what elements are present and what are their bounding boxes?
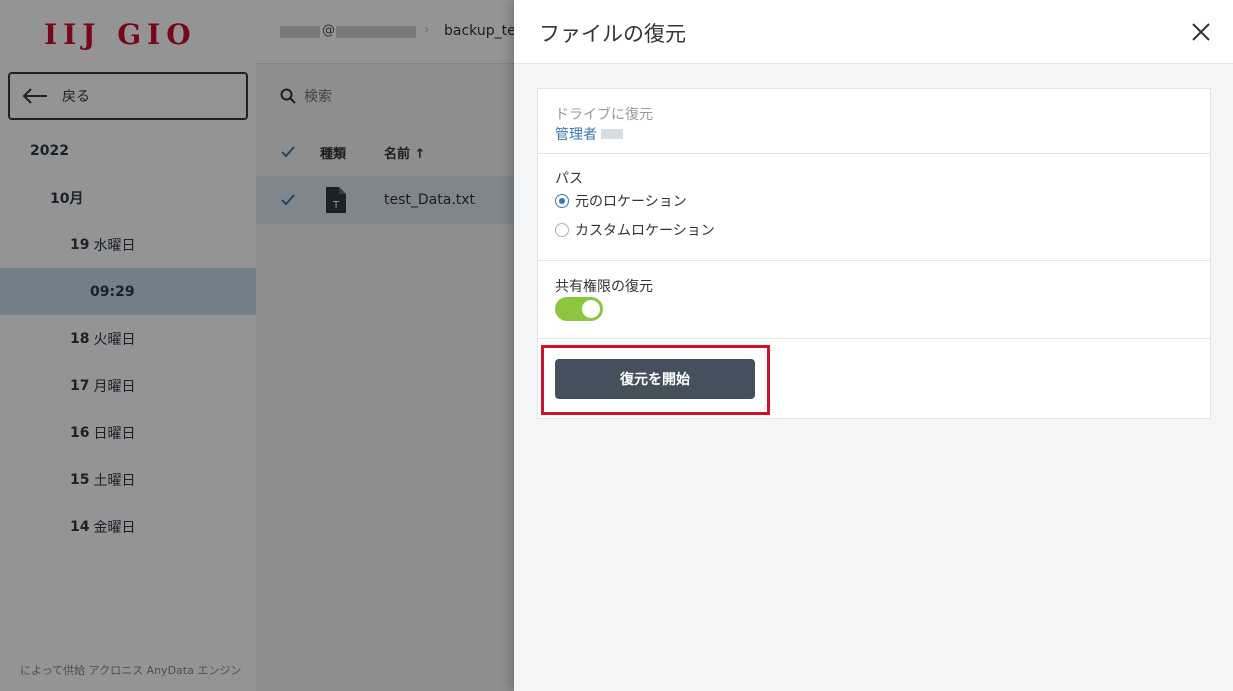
radio-checked-icon [555,194,569,208]
path-label: パス [555,171,583,187]
drive-target-link[interactable]: 管理者 [555,124,623,144]
panel-title: ファイルの復元 [539,22,686,46]
redacted-name [601,129,623,139]
toggle-knob [582,300,600,318]
restore-options-card: ドライブに復元 管理者 パス 元のロケーション カスタムロケーション 共有権限の… [537,88,1211,419]
modal-backdrop[interactable] [0,0,514,691]
path-section: パス 元のロケーション カスタムロケーション [538,154,1210,261]
drive-target-value: 管理者 [555,127,597,143]
close-icon[interactable] [1189,20,1213,44]
radio-original-location[interactable]: 元のロケーション [555,191,687,211]
start-restore-button[interactable]: 復元を開始 [555,359,755,399]
sharing-toggle[interactable] [555,297,603,321]
radio-unchecked-icon [555,223,569,237]
radio-custom-location[interactable]: カスタムロケーション [555,220,715,240]
radio-original-label: 元のロケーション [575,194,687,210]
panel-header: ファイルの復元 [514,0,1233,64]
sharing-section: 共有権限の復元 [538,261,1210,339]
action-section: 復元を開始 [538,339,1210,419]
radio-custom-label: カスタムロケーション [575,223,715,239]
restore-files-panel: ファイルの復元 ドライブに復元 管理者 パス 元のロケーション カスタムロケーシ… [514,0,1233,691]
drive-section: ドライブに復元 管理者 [538,89,1210,154]
drive-label: ドライブに復元 [555,107,653,123]
sharing-label: 共有権限の復元 [555,279,653,295]
